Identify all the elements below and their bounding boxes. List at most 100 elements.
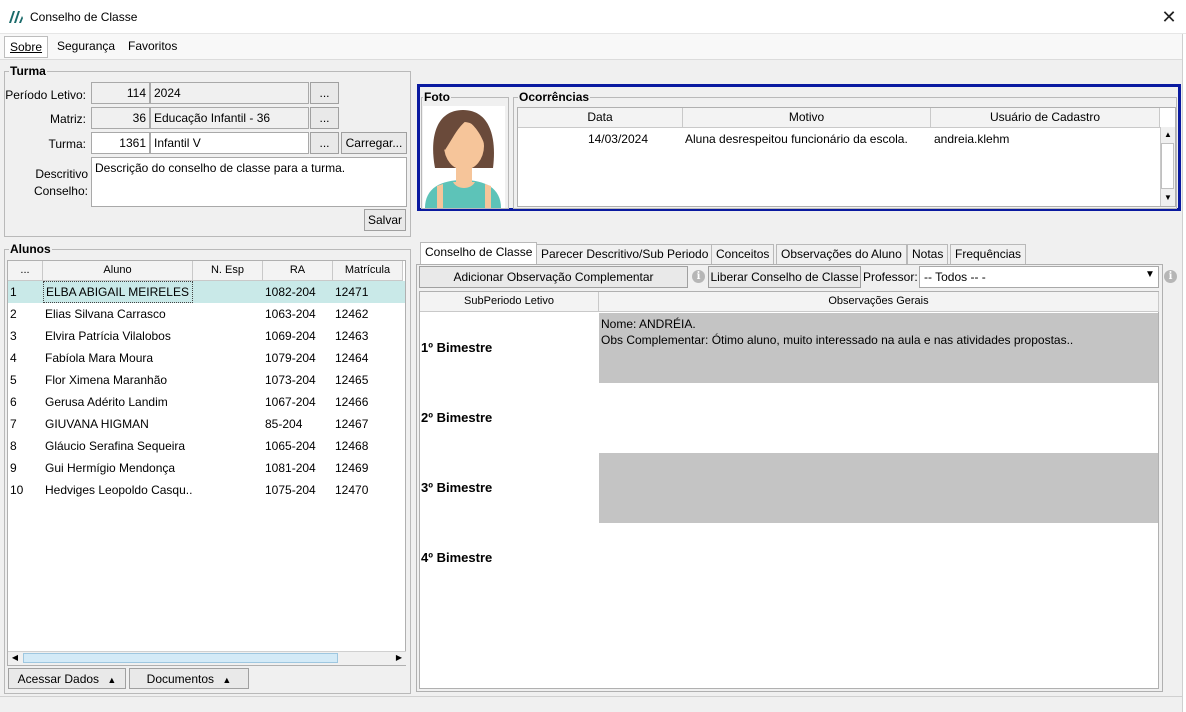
aluno-matricula: 12468: [335, 439, 369, 453]
acessar-dados-label: Acessar Dados: [17, 672, 100, 686]
aluno-matricula: 12465: [335, 373, 369, 387]
carregar-button[interactable]: Carregar...: [341, 132, 407, 154]
aluno-nesp: [193, 281, 263, 303]
aluno-ra: 1082-204: [265, 285, 316, 299]
app-logo-icon: [9, 11, 23, 23]
aluno-matricula: 12470: [335, 483, 369, 497]
ocorrencia-usuario: andreia.klehm: [934, 132, 1010, 146]
alunos-col-index[interactable]: ...: [8, 261, 43, 281]
bimestre-observacao[interactable]: [599, 383, 1158, 453]
aluno-matricula: 12466: [335, 395, 369, 409]
alunos-col-aluno[interactable]: Aluno: [43, 261, 193, 281]
bimestre-observacao[interactable]: Nome: ANDRÉIA. Obs Complementar: Ótimo a…: [599, 313, 1158, 383]
periodo-label: Período Letivo:: [5, 88, 86, 102]
aluno-nome: Gui Hermígio Mendonça: [45, 461, 176, 475]
turma-label: Turma:: [48, 137, 86, 151]
tab-observacoes-do-aluno[interactable]: Observações do Aluno: [776, 244, 907, 264]
aluno-nesp: [193, 369, 263, 391]
bimestre-row[interactable]: 1º Bimestre Nome: ANDRÉIA. Obs Complemen…: [420, 313, 1158, 383]
tab-notas[interactable]: Notas: [907, 244, 949, 264]
aluno-nesp: [193, 347, 263, 369]
info-icon[interactable]: i: [692, 270, 705, 283]
scroll-down-icon[interactable]: ▼: [1162, 192, 1174, 204]
documentos-button[interactable]: Documentos ▲: [129, 668, 249, 689]
aluno-index: 8: [10, 439, 17, 453]
aluno-index: 6: [10, 395, 17, 409]
tab-conselho-de-classe[interactable]: Conselho de Classe: [420, 242, 538, 265]
aluno-ra: 1063-204: [265, 307, 316, 321]
bimestre-observacao[interactable]: [599, 523, 1158, 593]
aluno-matricula: 12469: [335, 461, 369, 475]
periodo-code-field[interactable]: 114: [91, 82, 150, 104]
descritivo-textarea[interactable]: Descrição do conselho de classe para a t…: [91, 157, 407, 207]
matriz-lookup-button[interactable]: ...: [310, 107, 339, 129]
professor-select[interactable]: -- Todos -- - ▼: [919, 266, 1159, 288]
alunos-col-matricula[interactable]: Matrícula: [333, 261, 403, 281]
aluno-nesp: [193, 325, 263, 347]
turma-value-field[interactable]: Infantil V: [150, 132, 309, 154]
info-icon[interactable]: i: [1164, 270, 1177, 283]
matriz-label: Matriz:: [50, 112, 86, 126]
tab-frequencias[interactable]: Frequências: [950, 244, 1027, 264]
descritivo-label-line1: Descritivo: [35, 167, 88, 181]
close-icon[interactable]: ✕: [1158, 6, 1180, 28]
aluno-nesp: [193, 303, 263, 325]
ocorrencia-row[interactable]: 14/03/2024 Aluna desrespeitou funcionári…: [518, 128, 1160, 150]
scroll-right-icon[interactable]: ▶: [393, 652, 405, 664]
periodo-lookup-button[interactable]: ...: [310, 82, 339, 104]
ocorrencias-col-data[interactable]: Data: [518, 108, 683, 128]
aluno-nesp: [193, 413, 263, 435]
bimestre-label: 2º Bimestre: [420, 383, 598, 453]
aluno-nome: Gerusa Adérito Landim: [45, 395, 168, 409]
adicionar-observacao-button[interactable]: Adicionar Observação Complementar: [419, 266, 688, 288]
scroll-left-icon[interactable]: ◀: [9, 652, 21, 664]
ocorrencias-vscroll-thumb[interactable]: [1161, 143, 1174, 189]
menu-seguranca[interactable]: Segurança: [57, 39, 115, 53]
tab-conceitos[interactable]: Conceitos: [711, 244, 775, 264]
bimestre-observacao[interactable]: [599, 453, 1158, 523]
observacoes-col-subperiodo[interactable]: SubPeriodo Letivo: [420, 292, 599, 312]
ocorrencia-data: 14/03/2024: [587, 132, 648, 146]
observacoes-col-gerais[interactable]: Observações Gerais: [599, 292, 1159, 312]
aluno-ra: 1073-204: [265, 373, 316, 387]
aluno-nome: Fabíola Mara Moura: [45, 351, 154, 365]
periodo-value-field[interactable]: 2024: [150, 82, 309, 104]
menu-favoritos[interactable]: Favoritos: [128, 39, 177, 53]
aluno-index: 1: [10, 285, 17, 299]
descritivo-label-line2: Conselho:: [33, 184, 88, 198]
foto-group-title: Foto: [423, 90, 451, 104]
professor-label: Professor:: [863, 270, 918, 284]
aluno-ra: 1079-204: [265, 351, 316, 365]
matriz-code-field[interactable]: 36: [91, 107, 150, 129]
aluno-nesp: [193, 435, 263, 457]
menu-sobre[interactable]: Sobre: [4, 36, 49, 58]
bimestre-row[interactable]: 2º Bimestre: [420, 383, 1158, 453]
turma-code-field[interactable]: 1361: [91, 132, 150, 154]
aluno-index: 7: [10, 417, 17, 431]
aluno-nome: Gláucio Serafina Sequeira: [45, 439, 186, 453]
alunos-hscroll-thumb[interactable]: [23, 653, 338, 663]
alunos-col-nesp[interactable]: N. Esp: [193, 261, 263, 281]
student-avatar: [423, 106, 505, 208]
salvar-button[interactable]: Salvar: [364, 209, 406, 231]
menu-bar: Sobre Segurança Favoritos: [0, 34, 1186, 60]
matriz-value-field[interactable]: Educação Infantil - 36: [150, 107, 309, 129]
alunos-col-ra[interactable]: RA: [263, 261, 333, 281]
professor-select-value: -- Todos -- -: [924, 270, 986, 284]
aluno-matricula: 12471: [335, 285, 369, 299]
aluno-nesp: [193, 479, 263, 501]
aluno-nome: Elias Silvana Carrasco: [45, 307, 166, 321]
aluno-index: 5: [10, 373, 17, 387]
bimestre-row[interactable]: 3º Bimestre: [420, 453, 1158, 523]
acessar-dados-button[interactable]: Acessar Dados ▲: [8, 668, 126, 689]
ocorrencias-col-motivo[interactable]: Motivo: [683, 108, 931, 128]
tab-parecer-descritivo[interactable]: Parecer Descritivo/Sub Periodo: [536, 244, 714, 264]
scroll-up-icon[interactable]: ▲: [1162, 129, 1174, 141]
caret-up-icon: ▲: [107, 675, 117, 685]
liberar-conselho-button[interactable]: Liberar Conselho de Classe: [708, 266, 861, 288]
turma-lookup-button[interactable]: ...: [310, 132, 339, 154]
aluno-nome: Elvira Patrícia Vilalobos: [45, 329, 171, 343]
bimestre-row[interactable]: 4º Bimestre: [420, 523, 1158, 593]
ocorrencias-col-usuario[interactable]: Usuário de Cadastro: [931, 108, 1160, 128]
aluno-nome: Flor Ximena Maranhão: [45, 373, 168, 387]
